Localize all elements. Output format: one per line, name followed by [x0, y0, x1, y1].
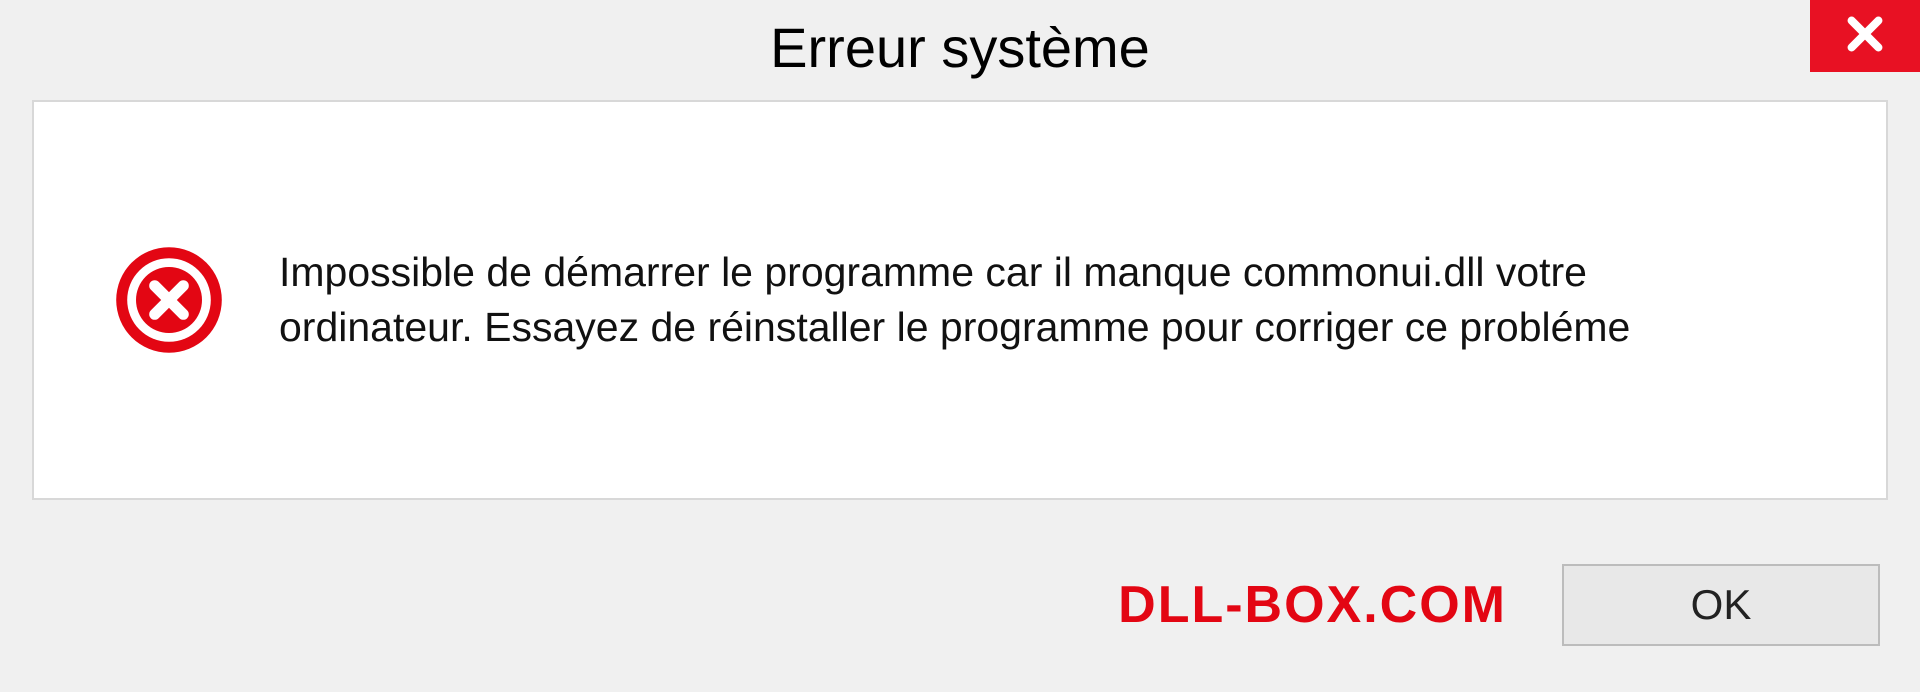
error-dialog: Erreur système Impossible de démarrer le…	[0, 0, 1920, 692]
dialog-title: Erreur système	[770, 15, 1150, 80]
close-icon	[1842, 11, 1888, 62]
error-icon	[114, 245, 224, 355]
ok-button[interactable]: OK	[1562, 564, 1880, 646]
close-button[interactable]	[1810, 0, 1920, 72]
error-message: Impossible de démarrer le programme car …	[279, 245, 1779, 356]
watermark-text: DLL-BOX.COM	[1118, 575, 1507, 635]
content-area: Impossible de démarrer le programme car …	[32, 100, 1888, 500]
titlebar: Erreur système	[0, 0, 1920, 95]
dialog-footer: DLL-BOX.COM OK	[0, 542, 1920, 692]
ok-button-label: OK	[1691, 581, 1752, 629]
